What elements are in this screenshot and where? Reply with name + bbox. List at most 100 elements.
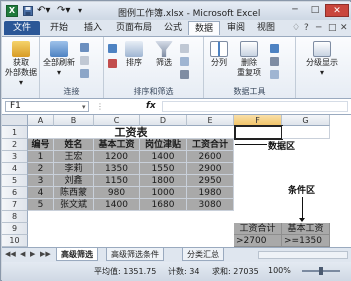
undo-icon[interactable]: ↶▾ xyxy=(37,5,55,17)
reapply-button[interactable] xyxy=(180,55,189,67)
row-header-10[interactable]: 10 xyxy=(2,235,28,247)
table-cell[interactable]: 1150 xyxy=(94,175,140,187)
table-cell[interactable]: 980 xyxy=(94,187,140,199)
insert-function-icon[interactable]: fx xyxy=(146,101,156,111)
table-cell[interactable]: 1 xyxy=(28,151,54,163)
row-header-8[interactable]: 8 xyxy=(2,211,28,223)
table-cell[interactable]: 2900 xyxy=(187,163,234,175)
column-header-b[interactable]: B xyxy=(54,115,94,126)
tab-file[interactable]: 文件 xyxy=(4,21,40,35)
table-cell[interactable]: 1200 xyxy=(94,151,140,163)
row-header-1[interactable]: 1 xyxy=(2,126,28,139)
workbook-restore-icon[interactable]: □ xyxy=(328,23,337,33)
row-header-6[interactable]: 6 xyxy=(2,187,28,199)
table-cell[interactable]: 3 xyxy=(28,175,54,187)
sort-za-button[interactable] xyxy=(108,57,117,69)
horizontal-scrollbar[interactable] xyxy=(258,251,348,259)
header-cell-id[interactable]: 编号 xyxy=(28,139,54,151)
workbook-close-icon[interactable]: ✕ xyxy=(340,23,348,33)
table-cell[interactable]: 5 xyxy=(28,199,54,211)
table-cell[interactable]: 1400 xyxy=(94,199,140,211)
criteria-header-total[interactable]: 工资合计 xyxy=(234,223,282,235)
properties-button[interactable] xyxy=(80,54,89,66)
connections-button[interactable] xyxy=(80,41,89,53)
header-cell-total[interactable]: 工资合计 xyxy=(187,139,234,151)
sheet-title-cell[interactable]: 工资表 xyxy=(28,126,234,139)
row-header-2[interactable]: 2 xyxy=(2,139,28,151)
tab-insert[interactable]: 插入 xyxy=(78,21,108,35)
criteria-header-base[interactable]: 基本工资 xyxy=(282,223,330,235)
row-header-5[interactable]: 5 xyxy=(2,175,28,187)
excel-app-icon[interactable]: X xyxy=(6,5,18,17)
row-header-9[interactable]: 9 xyxy=(2,223,28,235)
table-cell[interactable]: 1800 xyxy=(140,175,187,187)
outline-button[interactable]: 分级显示 ▾ xyxy=(298,41,346,78)
refresh-all-button[interactable]: 全部刷新 ▾ xyxy=(42,41,76,78)
criteria-value-base[interactable]: >=1350 xyxy=(282,235,330,247)
table-cell[interactable]: 2 xyxy=(28,163,54,175)
table-cell[interactable]: 1400 xyxy=(140,151,187,163)
row-header-3[interactable]: 3 xyxy=(2,151,28,163)
edit-links-button[interactable] xyxy=(80,67,89,79)
table-cell[interactable]: 3080 xyxy=(187,199,234,211)
data-validation-button[interactable] xyxy=(270,42,279,54)
sheet-tab-subtotals[interactable]: 分类汇总 xyxy=(182,248,224,261)
table-cell[interactable]: 李莉 xyxy=(54,163,94,175)
sort-az-button[interactable] xyxy=(108,42,117,54)
remove-duplicates-button[interactable]: 删除 重复项 xyxy=(234,41,264,78)
table-cell[interactable]: 1000 xyxy=(140,187,187,199)
table-cell[interactable]: 刘鑫 xyxy=(54,175,94,187)
filter-button[interactable]: 筛选 xyxy=(152,41,176,68)
table-cell[interactable]: 张文斌 xyxy=(54,199,94,211)
redo-icon[interactable]: ↷▾ xyxy=(57,5,75,17)
help-icon[interactable]: ? xyxy=(304,23,309,33)
name-box-dropdown-icon[interactable]: ▾ xyxy=(82,103,86,111)
column-header-e[interactable]: E xyxy=(187,115,234,126)
criteria-value-total[interactable]: >2700 xyxy=(234,235,282,247)
tab-data[interactable]: 数据 xyxy=(188,21,220,35)
cell-g1[interactable] xyxy=(282,126,330,139)
column-header-g[interactable]: G xyxy=(282,115,330,126)
consolidate-button[interactable] xyxy=(270,55,279,67)
header-cell-base-salary[interactable]: 基本工资 xyxy=(94,139,140,151)
column-header-d[interactable]: D xyxy=(140,115,187,126)
save-icon[interactable] xyxy=(23,5,33,17)
maximize-button[interactable]: □ xyxy=(305,4,325,17)
tab-view[interactable]: 视图 xyxy=(252,21,280,35)
table-cell[interactable]: 2950 xyxy=(187,175,234,187)
table-cell[interactable]: 1350 xyxy=(94,163,140,175)
workbook-minimize-icon[interactable]: ─ xyxy=(316,23,321,33)
table-cell[interactable]: 4 xyxy=(28,187,54,199)
clear-filter-button[interactable] xyxy=(180,42,189,54)
active-cell-f1[interactable] xyxy=(234,125,283,140)
sheet-tab-advanced-filter-criteria[interactable]: 高级筛选条件 xyxy=(106,248,164,261)
header-cell-name[interactable]: 姓名 xyxy=(54,139,94,151)
tab-formulas[interactable]: 公式 xyxy=(159,21,187,35)
sheet-tab-advanced-filter[interactable]: 高级筛选 xyxy=(56,248,98,261)
sort-button[interactable]: 排序 xyxy=(122,41,146,68)
prev-sheet-icon[interactable]: ◀ xyxy=(20,250,25,258)
table-cell[interactable]: 1980 xyxy=(187,187,234,199)
tab-review[interactable]: 审阅 xyxy=(222,21,250,35)
first-sheet-icon[interactable]: ◀◀ xyxy=(5,250,16,258)
header-cell-allowance[interactable]: 岗位津贴 xyxy=(140,139,187,151)
table-cell[interactable]: 王宏 xyxy=(54,151,94,163)
name-box[interactable]: F1 xyxy=(5,101,89,112)
row-header-7[interactable]: 7 xyxy=(2,199,28,211)
column-header-a[interactable]: A xyxy=(28,115,54,126)
select-all-corner[interactable] xyxy=(2,115,28,126)
text-to-columns-button[interactable]: 分列 xyxy=(206,41,232,68)
zoom-slider-handle[interactable] xyxy=(319,267,323,275)
formula-input[interactable] xyxy=(162,101,348,112)
tab-home[interactable]: 开始 xyxy=(44,21,74,35)
advanced-filter-button[interactable] xyxy=(180,68,189,80)
tab-page-layout[interactable]: 页面布局 xyxy=(112,21,156,35)
table-cell[interactable]: 2600 xyxy=(187,151,234,163)
customize-quick-access-icon[interactable]: ▾ xyxy=(78,5,88,17)
next-sheet-icon[interactable]: ▶ xyxy=(30,250,35,258)
table-cell[interactable]: 陈西蒙 xyxy=(54,187,94,199)
table-cell[interactable]: 1550 xyxy=(140,163,187,175)
minimize-ribbon-icon[interactable]: ♢ xyxy=(292,23,300,33)
minimize-button[interactable]: ─ xyxy=(285,4,305,17)
table-cell[interactable]: 1680 xyxy=(140,199,187,211)
